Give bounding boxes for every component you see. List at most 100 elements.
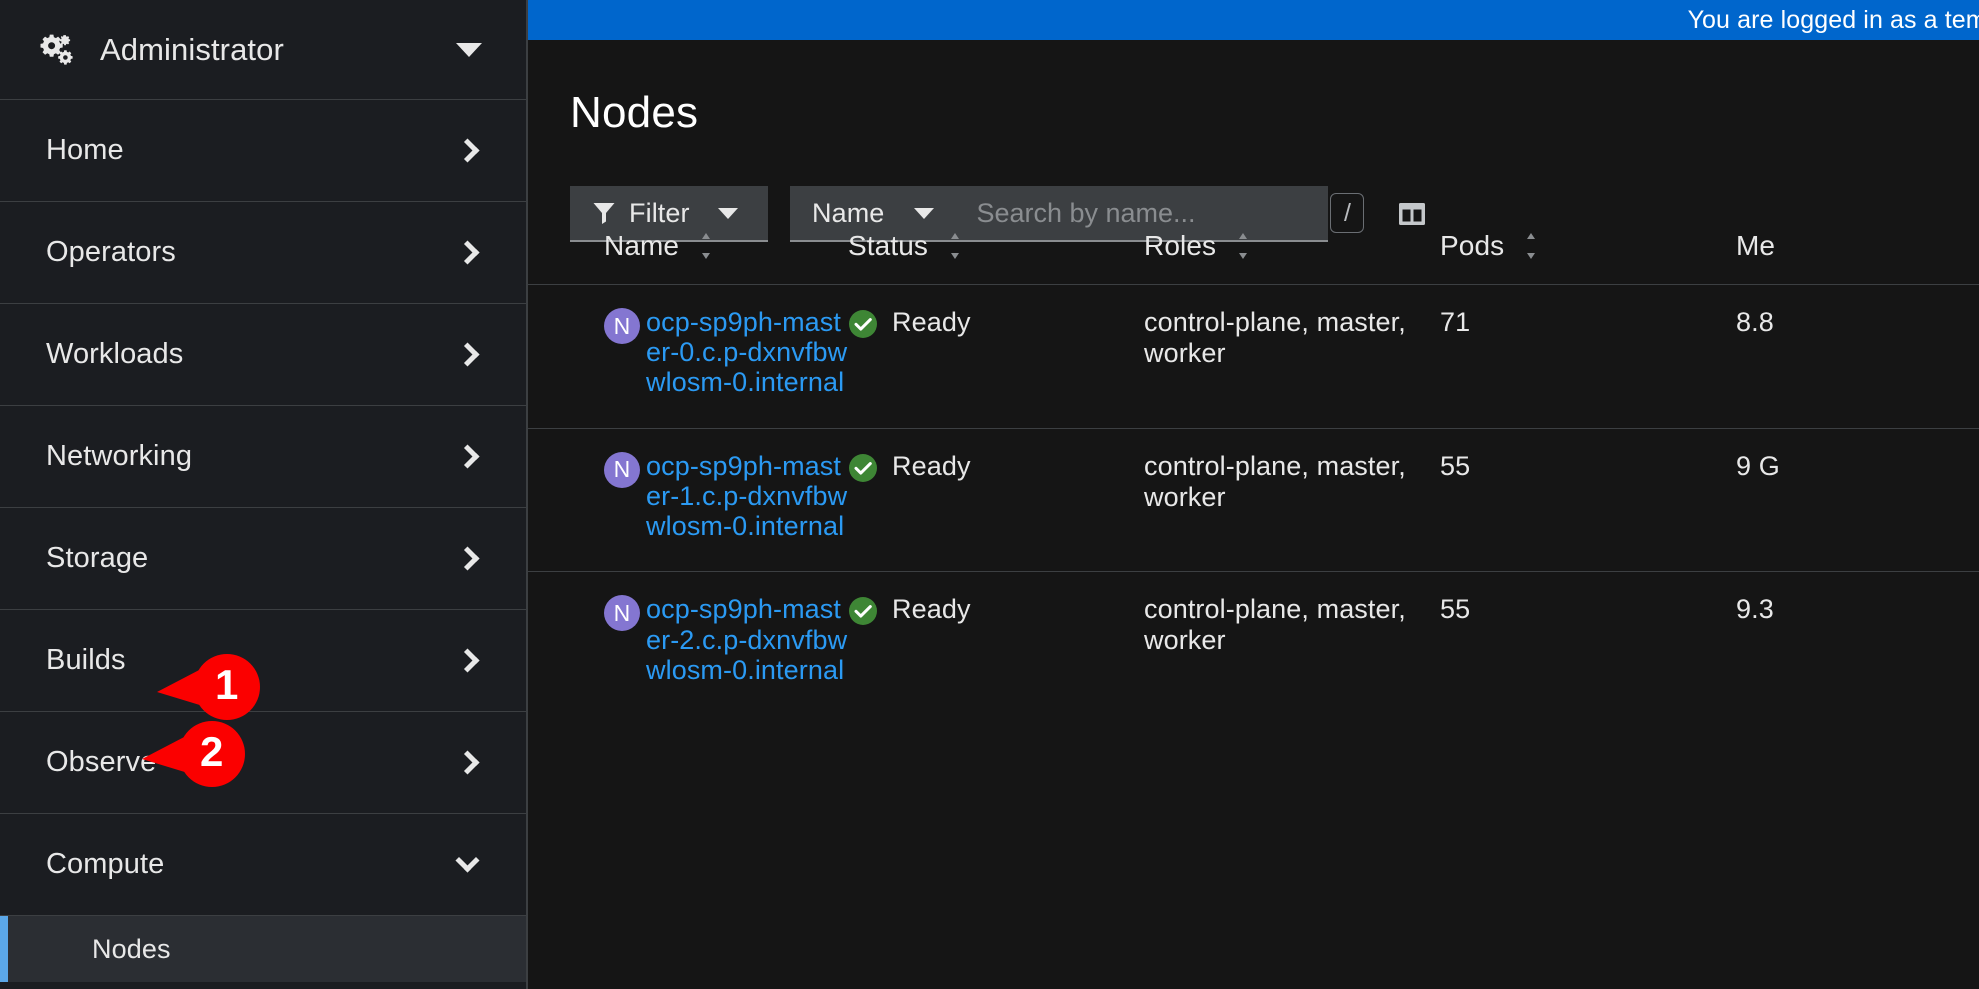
search-field-wrapper: / [956, 186, 1365, 242]
sidebar-item-observe[interactable]: Observe [0, 712, 526, 814]
node-name-link[interactable]: ocp-sp9ph-master-2.c.p-dxnvfbwwlosm-0.in… [646, 594, 848, 685]
sidebar-item-builds[interactable]: Builds [0, 610, 526, 712]
column-header-label: Pods [1440, 230, 1505, 261]
table-row: N ocp-sp9ph-master-0.c.p-dxnvfbwwlosm-0.… [528, 284, 1979, 429]
status-ready-check-icon [848, 453, 878, 483]
sidebar-item-compute[interactable]: Compute [0, 814, 526, 916]
cell-memory: 9.3 [1736, 571, 1979, 716]
chevron-right-icon [455, 240, 480, 265]
funnel-icon [592, 201, 616, 225]
sidebar-item-label: Home [46, 134, 124, 166]
node-name-link[interactable]: ocp-sp9ph-master-0.c.p-dxnvfbwwlosm-0.in… [646, 307, 848, 398]
memory-value: 9 G [1736, 450, 1780, 481]
sidebar-item-nodes[interactable]: Nodes [0, 916, 526, 982]
sidebar-item-workloads[interactable]: Workloads [0, 304, 526, 406]
sidebar-subitem-label: Nodes [92, 933, 171, 964]
cell-roles: control-plane, master, worker [1144, 427, 1440, 572]
roles-label: control-plane, master, worker [1144, 450, 1406, 512]
column-header-label: Me [1736, 230, 1776, 261]
sidebar-item-storage[interactable]: Storage [0, 508, 526, 610]
list-toolbar: Filter Name / [528, 138, 1979, 242]
table-row: N ocp-sp9ph-master-2.c.p-dxnvfbwwlosm-0.… [528, 571, 1979, 716]
column-header-pods[interactable]: Pods [1440, 230, 1736, 285]
cogs-icon [40, 33, 74, 67]
sort-icon [1524, 232, 1538, 260]
filter-label: Filter [629, 197, 690, 228]
sidebar-item-operators[interactable]: Operators [0, 202, 526, 304]
sidebar-item-label: Observe [46, 746, 157, 778]
status-label: Ready [892, 307, 971, 337]
nodes-table: Name Status Roles Pods Me N ocp-sp9ph-ma… [528, 230, 1979, 716]
main-content: You are logged in as a temporary adminis… [528, 0, 1979, 989]
cell-pods: 71 [1440, 284, 1736, 429]
chevron-down-icon [455, 847, 480, 873]
cell-pods: 55 [1440, 571, 1736, 716]
primary-sidebar: Administrator Home Operators Workloads N… [0, 0, 528, 989]
search-shortcut-badge: / [1330, 193, 1365, 233]
node-resource-badge: N [604, 595, 640, 632]
chevron-right-icon [455, 342, 480, 367]
roles-label: control-plane, master, worker [1144, 307, 1406, 369]
search-attribute-label: Name [812, 197, 885, 228]
sidebar-item-label: Operators [46, 236, 176, 268]
table-body: N ocp-sp9ph-master-0.c.p-dxnvfbwwlosm-0.… [528, 284, 1979, 716]
sidebar-item-networking[interactable]: Networking [0, 406, 526, 508]
chevron-right-icon [455, 444, 480, 469]
cell-roles: control-plane, master, worker [1144, 571, 1440, 716]
cell-status: Ready [848, 427, 1144, 572]
sidebar-item-label: Workloads [46, 338, 184, 370]
search-input[interactable] [976, 197, 1331, 229]
perspective-switcher[interactable]: Administrator [0, 0, 526, 100]
sort-icon [948, 232, 962, 260]
sidebar-item-label: Builds [46, 644, 126, 676]
cell-memory: 8.8 [1736, 284, 1979, 429]
memory-value: 8.8 [1736, 307, 1774, 337]
node-resource-badge: N [604, 451, 640, 488]
column-header-label: Status [848, 230, 928, 261]
perspective-label: Administrator [100, 31, 284, 67]
node-resource-badge: N [604, 308, 640, 344]
chevron-right-icon [455, 750, 480, 775]
caret-down-icon [456, 42, 482, 57]
sidebar-item-home[interactable]: Home [0, 100, 526, 202]
node-name-link[interactable]: ocp-sp9ph-master-1.c.p-dxnvfbwwlosm-0.in… [646, 451, 848, 542]
status-ready-check-icon [848, 596, 878, 626]
cell-roles: control-plane, master, worker [1144, 284, 1440, 429]
cell-name: N ocp-sp9ph-master-0.c.p-dxnvfbwwlosm-0.… [528, 284, 848, 429]
sort-icon [1236, 232, 1250, 260]
cell-pods: 55 [1440, 427, 1736, 572]
status-label: Ready [892, 450, 971, 481]
page-title: Nodes [570, 88, 699, 137]
memory-value: 9.3 [1736, 594, 1774, 625]
chevron-right-icon [455, 546, 480, 571]
status-ready-check-icon [848, 309, 878, 339]
chevron-right-icon [455, 648, 480, 673]
cell-name: N ocp-sp9ph-master-1.c.p-dxnvfbwwlosm-0.… [528, 427, 848, 572]
cell-memory: 9 G [1736, 427, 1979, 572]
sidebar-item-label: Storage [46, 542, 149, 574]
column-header-label: Roles [1144, 230, 1217, 261]
column-management-icon [1397, 199, 1427, 229]
column-header-memory[interactable]: Me [1736, 230, 1979, 285]
sort-icon [699, 232, 713, 260]
table-row: N ocp-sp9ph-master-1.c.p-dxnvfbwwlosm-0.… [528, 427, 1979, 572]
caret-down-icon [717, 207, 738, 219]
column-header-label: Name [604, 230, 680, 261]
console-root: Administrator Home Operators Workloads N… [0, 0, 1979, 989]
cell-name: N ocp-sp9ph-master-2.c.p-dxnvfbwwlosm-0.… [528, 571, 848, 716]
temporary-admin-banner: You are logged in as a temporary adminis… [528, 0, 1979, 40]
cell-status: Ready [848, 571, 1144, 716]
status-label: Ready [892, 594, 971, 625]
sidebar-item-label: Networking [46, 440, 193, 472]
roles-label: control-plane, master, worker [1144, 594, 1406, 656]
sidebar-item-label: Compute [46, 848, 165, 880]
pods-count: 55 [1440, 450, 1471, 481]
cell-status: Ready [848, 284, 1144, 429]
pods-count: 71 [1440, 307, 1471, 337]
caret-down-icon [914, 207, 935, 219]
pods-count: 55 [1440, 594, 1471, 625]
nav-list: Home Operators Workloads Networking Stor… [0, 100, 526, 982]
banner-message: You are logged in as a temporary adminis… [1687, 5, 1979, 34]
chevron-right-icon [455, 138, 480, 163]
column-management-button[interactable] [1384, 186, 1440, 242]
